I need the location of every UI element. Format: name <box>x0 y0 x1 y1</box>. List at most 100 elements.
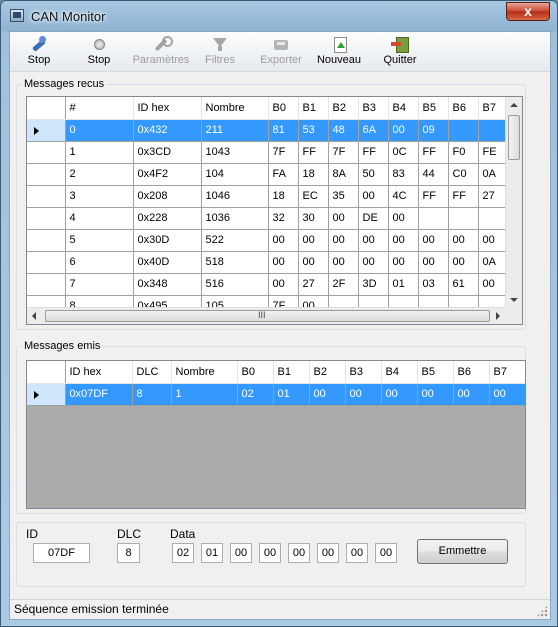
column-header[interactable]: B4 <box>388 97 419 120</box>
table-cell[interactable]: 01 <box>388 273 419 296</box>
table-cell[interactable]: 0x228 <box>133 207 202 230</box>
column-header[interactable]: Nombre <box>201 97 269 120</box>
table-cell[interactable]: 09 <box>418 119 449 142</box>
table-row[interactable]: 5 0x30D 522 00 00 00 00 00 00 00 00 <box>27 229 508 252</box>
table-cell[interactable]: 8 <box>132 383 172 406</box>
table-row[interactable]: 3 0x208 1046 18 EC 35 00 4C FF FF 27 <box>27 185 508 208</box>
data-byte-input[interactable] <box>317 543 339 563</box>
table-cell[interactable]: 00 <box>358 229 389 252</box>
table-cell[interactable]: 7F <box>268 141 299 164</box>
table-cell[interactable]: 1 <box>171 383 238 406</box>
table-cell[interactable]: 00 <box>453 383 490 406</box>
data-byte-input[interactable] <box>201 543 223 563</box>
table-cell[interactable]: 00 <box>388 207 419 230</box>
exporter-button[interactable]: Exporter <box>256 34 306 70</box>
table-row[interactable]: 0 0x432 211 81 53 48 6A 00 09 <box>27 119 508 142</box>
table-row[interactable]: 4 0x228 1036 32 30 00 DE 00 <box>27 207 508 230</box>
column-header[interactable]: B2 <box>328 97 359 120</box>
table-cell[interactable]: 00 <box>388 119 419 142</box>
table-cell[interactable]: 00 <box>358 251 389 274</box>
column-header[interactable]: B3 <box>358 97 389 120</box>
column-header[interactable]: B6 <box>448 97 479 120</box>
table-cell[interactable] <box>448 119 479 142</box>
row-header[interactable] <box>27 185 66 208</box>
table-cell[interactable]: 7 <box>65 273 134 296</box>
table-cell[interactable]: 30 <box>298 207 329 230</box>
column-header[interactable]: Nombre <box>171 361 238 384</box>
table-cell[interactable]: 00 <box>381 383 418 406</box>
table-cell[interactable]: 6 <box>65 251 134 274</box>
received-horizontal-scrollbar[interactable]: III <box>27 307 505 324</box>
table-cell[interactable]: 00 <box>328 229 359 252</box>
table-cell[interactable]: 0x40D <box>133 251 202 274</box>
table-cell[interactable]: 02 <box>237 383 274 406</box>
table-cell[interactable]: 00 <box>328 207 359 230</box>
column-header[interactable]: B6 <box>453 361 490 384</box>
emitted-messages-grid[interactable]: ID hex DLC Nombre B0 B1 B2 B3 B4 B5 B6 B7 0x07DF 8 1… <box>26 360 526 509</box>
table-cell[interactable]: 27 <box>478 185 508 208</box>
table-cell[interactable]: 35 <box>328 185 359 208</box>
table-cell[interactable]: 2F <box>328 273 359 296</box>
column-header[interactable]: B0 <box>268 97 299 120</box>
title-bar[interactable]: CAN Monitor x <box>1 1 557 31</box>
table-cell[interactable]: 2 <box>65 163 134 186</box>
column-header[interactable]: B7 <box>478 97 508 120</box>
id-input[interactable] <box>33 543 90 563</box>
table-cell[interactable]: 0x4F2 <box>133 163 202 186</box>
table-cell[interactable]: 00 <box>448 251 479 274</box>
column-header[interactable]: ID hex <box>65 361 133 384</box>
column-header[interactable]: B2 <box>309 361 346 384</box>
table-cell[interactable]: 27 <box>298 273 329 296</box>
table-cell[interactable]: 0x432 <box>133 119 202 142</box>
table-row[interactable]: 2 0x4F2 104 FA 18 8A 50 83 44 C0 0A <box>27 163 508 186</box>
table-cell[interactable]: 518 <box>201 251 269 274</box>
table-cell[interactable]: 1036 <box>201 207 269 230</box>
table-cell[interactable]: 7F <box>328 141 359 164</box>
table-cell[interactable]: 00 <box>345 383 382 406</box>
table-cell[interactable]: 0x3CD <box>133 141 202 164</box>
data-byte-input[interactable] <box>259 543 281 563</box>
table-cell[interactable]: 00 <box>388 229 419 252</box>
table-cell[interactable]: 00 <box>328 251 359 274</box>
data-byte-input[interactable] <box>375 543 397 563</box>
column-header[interactable]: B5 <box>417 361 454 384</box>
column-header[interactable]: B1 <box>298 97 329 120</box>
table-cell[interactable]: 00 <box>418 251 449 274</box>
column-header[interactable]: B1 <box>273 361 310 384</box>
table-cell[interactable]: 00 <box>418 229 449 252</box>
scroll-left-icon[interactable] <box>32 312 36 320</box>
table-cell[interactable]: 18 <box>268 185 299 208</box>
table-cell[interactable]: EC <box>298 185 329 208</box>
table-cell[interactable]: 00 <box>388 251 419 274</box>
table-cell[interactable]: FA <box>268 163 299 186</box>
table-cell[interactable]: 0x07DF <box>65 383 133 406</box>
table-cell[interactable]: FF <box>418 185 449 208</box>
scroll-down-icon[interactable] <box>510 298 518 302</box>
row-header[interactable] <box>27 141 66 164</box>
table-cell[interactable]: 81 <box>268 119 299 142</box>
table-cell[interactable]: FF <box>298 141 329 164</box>
table-cell[interactable]: 00 <box>417 383 454 406</box>
row-header[interactable] <box>27 273 66 296</box>
table-cell[interactable] <box>478 119 508 142</box>
table-cell[interactable]: 4C <box>388 185 419 208</box>
data-byte-input[interactable] <box>230 543 252 563</box>
row-header[interactable] <box>27 207 66 230</box>
table-cell[interactable]: 00 <box>268 229 299 252</box>
table-cell[interactable]: 00 <box>478 273 508 296</box>
received-vertical-scrollbar[interactable] <box>505 97 522 308</box>
stop-button[interactable]: Stop <box>80 34 118 70</box>
table-cell[interactable] <box>418 207 449 230</box>
parametres-button[interactable]: Paramètres <box>128 34 194 70</box>
table-cell[interactable]: 5 <box>65 229 134 252</box>
column-header[interactable]: B0 <box>237 361 274 384</box>
table-cell[interactable]: 1 <box>65 141 134 164</box>
table-cell[interactable]: FF <box>448 185 479 208</box>
row-header[interactable] <box>27 251 66 274</box>
send-button[interactable]: Emmettre <box>417 539 508 564</box>
data-byte-input[interactable] <box>288 543 310 563</box>
vertical-scroll-thumb[interactable] <box>508 115 520 160</box>
table-cell[interactable]: 00 <box>478 229 508 252</box>
table-row[interactable]: 1 0x3CD 1043 7F FF 7F FF 0C FF F0 FE <box>27 141 508 164</box>
table-cell[interactable]: FF <box>418 141 449 164</box>
